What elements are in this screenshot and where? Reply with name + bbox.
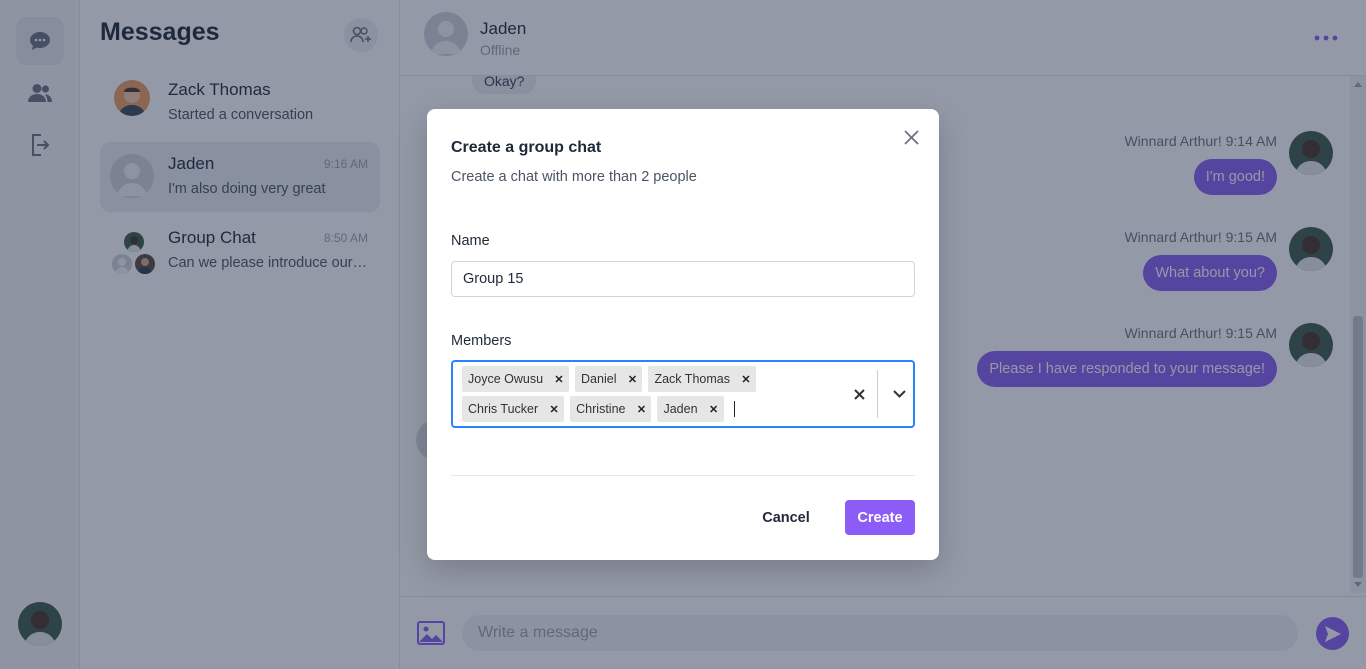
members-dropdown-toggle[interactable] <box>887 382 911 406</box>
member-chip: Chris Tucker ✕ <box>462 396 565 422</box>
member-chip: Joyce Owusu ✕ <box>462 366 570 392</box>
indicator-separator <box>877 370 878 418</box>
member-chip-label: Zack Thomas <box>654 372 730 386</box>
member-chips: Joyce Owusu ✕ Daniel ✕ Zack Thomas ✕ Chr… <box>462 366 842 422</box>
member-chip-label: Christine <box>576 402 626 416</box>
create-button[interactable]: Create <box>845 500 915 535</box>
remove-member-icon[interactable]: ✕ <box>736 366 756 392</box>
remove-member-icon[interactable]: ✕ <box>704 396 724 422</box>
remove-member-icon[interactable]: ✕ <box>549 366 569 392</box>
remove-member-icon[interactable]: ✕ <box>631 396 651 422</box>
member-chip-label: Chris Tucker <box>468 402 539 416</box>
members-label: Members <box>451 333 512 349</box>
close-icon <box>903 129 919 145</box>
modal-divider <box>451 475 915 476</box>
chevron-down-icon <box>892 390 906 398</box>
clear-members-button[interactable] <box>847 382 871 406</box>
member-chip: Jaden ✕ <box>657 396 724 422</box>
member-chip: Daniel ✕ <box>575 366 643 392</box>
close-button[interactable] <box>901 127 921 147</box>
cancel-button[interactable]: Cancel <box>752 500 820 536</box>
members-multiselect[interactable]: Joyce Owusu ✕ Daniel ✕ Zack Thomas ✕ Chr… <box>451 360 915 428</box>
member-chip-label: Daniel <box>581 372 617 386</box>
create-group-modal: Create a group chat Create a chat with m… <box>427 109 939 560</box>
member-chip-label: Joyce Owusu <box>468 372 544 386</box>
clear-icon <box>853 388 865 400</box>
modal-subtitle: Create a chat with more than 2 people <box>451 169 697 185</box>
group-name-input[interactable] <box>451 261 915 297</box>
name-label: Name <box>451 233 490 249</box>
member-chip: Christine ✕ <box>570 396 652 422</box>
text-caret <box>733 401 735 417</box>
remove-member-icon[interactable]: ✕ <box>622 366 642 392</box>
member-chip-label: Jaden <box>663 402 698 416</box>
remove-member-icon[interactable]: ✕ <box>544 396 564 422</box>
modal-title: Create a group chat <box>451 139 602 156</box>
member-chip: Zack Thomas ✕ <box>648 366 756 392</box>
